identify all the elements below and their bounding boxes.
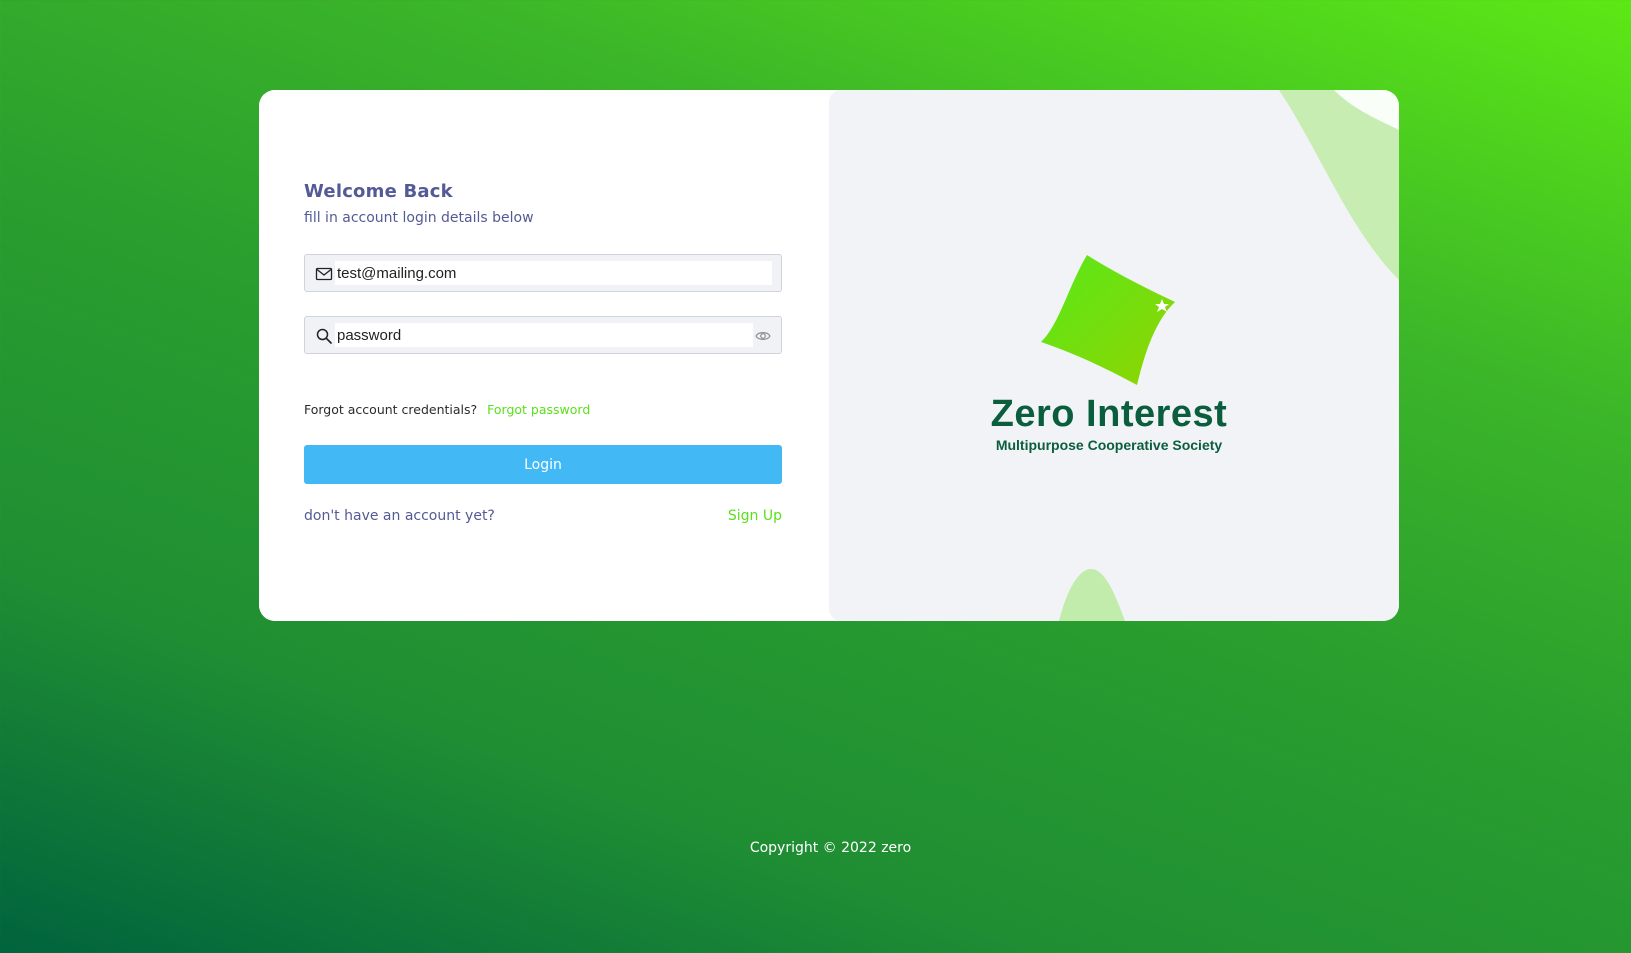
login-button[interactable]: Login	[304, 445, 782, 484]
mail-icon	[315, 265, 333, 283]
decorative-blob-bottom	[1059, 569, 1125, 621]
decorative-blob-top	[1279, 90, 1399, 280]
signup-link[interactable]: Sign Up	[728, 508, 782, 524]
brand-pane: Zero Interest Multipurpose Cooperative S…	[829, 90, 1399, 621]
forgot-password-link[interactable]: Forgot password	[487, 402, 590, 417]
signup-question: don't have an account yet?	[304, 508, 495, 524]
email-input[interactable]	[335, 261, 772, 285]
forgot-question: Forgot account credentials?	[304, 402, 478, 417]
brand-name: Zero Interest	[990, 393, 1228, 435]
email-field	[304, 254, 782, 292]
brand-tagline: Multipurpose Cooperative Society	[995, 437, 1223, 453]
page-subtitle: fill in account login details below	[304, 210, 534, 226]
logo-mark	[1041, 255, 1175, 385]
login-form-pane: Welcome Back fill in account login detai…	[259, 90, 829, 621]
password-input[interactable]	[335, 323, 753, 347]
forgot-row: Forgot account credentials? Forgot passw…	[304, 402, 590, 417]
page-title: Welcome Back	[304, 181, 453, 202]
signup-row: don't have an account yet? Sign Up	[304, 508, 782, 524]
password-field	[304, 316, 782, 354]
login-card: Welcome Back fill in account login detai…	[259, 90, 1399, 621]
footer-copyright: Copyright © 2022 zero	[749, 840, 912, 856]
search-icon	[315, 327, 333, 345]
brand-logo: Zero Interest Multipurpose Cooperative S…	[979, 255, 1239, 465]
eye-icon[interactable]	[755, 328, 771, 344]
